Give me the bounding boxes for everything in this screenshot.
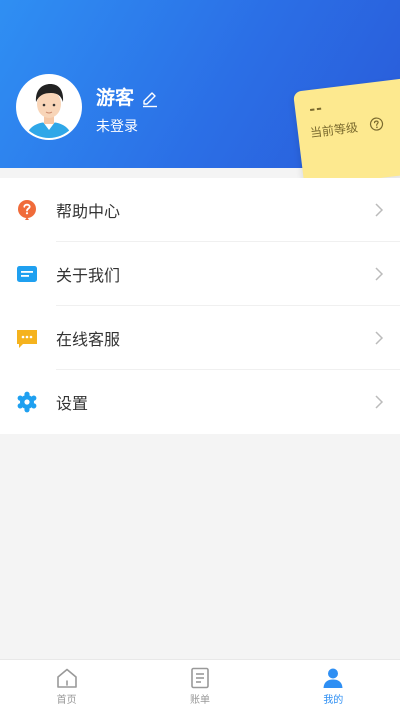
menu-item-label: 关于我们 xyxy=(56,266,121,285)
chevron-right-icon xyxy=(375,395,384,409)
tab-mine[interactable]: 我的 xyxy=(267,660,400,711)
tab-bill[interactable]: 账单 xyxy=(133,660,266,711)
avatar-image xyxy=(18,76,80,138)
chevron-right-icon xyxy=(375,203,384,217)
menu-item-customer-service[interactable]: 在线客服 xyxy=(0,306,400,370)
menu-item-settings[interactable]: 设置 xyxy=(0,370,400,434)
chevron-right-icon xyxy=(375,331,384,345)
level-label: 当前等级 xyxy=(309,120,359,141)
menu-item-label: 设置 xyxy=(56,394,89,413)
level-card[interactable]: -- 当前等级 xyxy=(293,77,400,188)
level-value: -- xyxy=(308,100,324,119)
edit-icon[interactable] xyxy=(141,90,159,108)
bottom-tab-bar: 首页 账单 我的 xyxy=(0,659,400,711)
tab-label: 我的 xyxy=(323,695,344,706)
help-icon xyxy=(18,200,36,220)
chevron-right-icon xyxy=(375,267,384,281)
menu-item-label: 帮助中心 xyxy=(56,202,121,221)
user-icon xyxy=(323,668,343,688)
tab-label: 账单 xyxy=(189,695,210,706)
avatar[interactable] xyxy=(16,74,82,140)
question-icon[interactable] xyxy=(369,116,385,132)
info-card-icon xyxy=(17,266,37,282)
menu-list: 帮助中心 关于我们 在线客服 设置 xyxy=(0,178,400,434)
menu-item-about[interactable]: 关于我们 xyxy=(0,242,400,306)
tab-label: 首页 xyxy=(56,695,77,706)
chat-icon xyxy=(17,330,37,348)
settings-icon xyxy=(17,391,37,413)
menu-item-help[interactable]: 帮助中心 xyxy=(0,178,400,242)
username: 游客 xyxy=(96,87,135,109)
bill-icon xyxy=(191,667,209,689)
home-icon xyxy=(56,668,77,688)
tab-home[interactable]: 首页 xyxy=(0,660,133,711)
login-status[interactable]: 未登录 xyxy=(96,117,138,137)
menu-item-label: 在线客服 xyxy=(56,330,121,349)
